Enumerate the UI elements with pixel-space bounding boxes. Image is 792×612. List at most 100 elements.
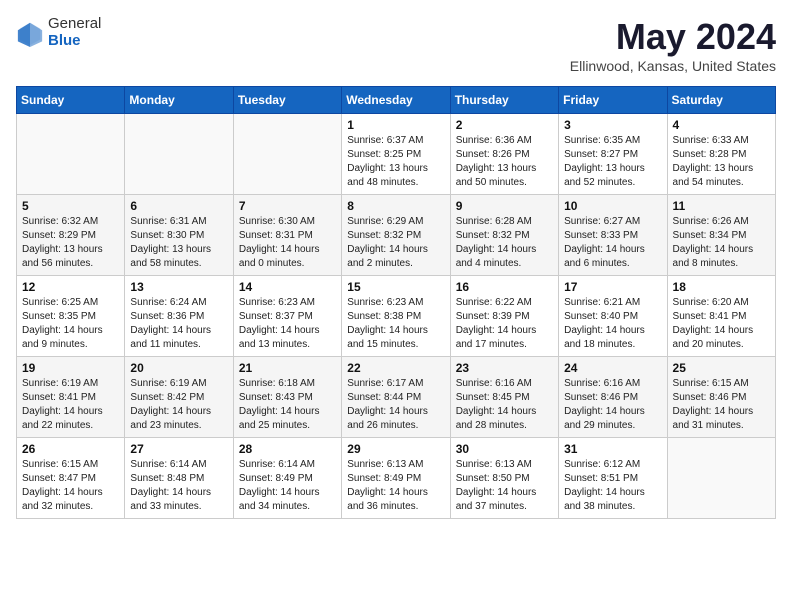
day-number: 4 xyxy=(673,118,770,132)
calendar-cell: 22 Sunrise: 6:17 AM Sunset: 8:44 PM Dayli… xyxy=(342,357,450,438)
day-info: Sunrise: 6:12 AM Sunset: 8:51 PM Dayligh… xyxy=(564,458,661,514)
day-info: Sunrise: 6:30 AM Sunset: 8:31 PM Dayligh… xyxy=(239,215,336,271)
calendar-cell: 14Sunrise: 6:23 AM Sunset: 8:37 PM Dayli… xyxy=(233,276,341,357)
col-header-thursday: Thursday xyxy=(450,87,558,114)
calendar-cell: 31 Sunrise: 6:12 AM Sunset: 8:51 PM Dayli… xyxy=(559,438,667,519)
day-number: 22 xyxy=(347,361,444,375)
day-info: Sunrise: 6:37 AM Sunset: 8:25 PM Dayligh… xyxy=(347,134,444,190)
day-number: 30 xyxy=(456,442,553,456)
col-header-wednesday: Wednesday xyxy=(342,87,450,114)
day-info: Sunrise: 6:35 AM Sunset: 8:27 PM Dayligh… xyxy=(564,134,661,190)
calendar-cell: 25 Sunrise: 6:15 AM Sunset: 8:46 PM Dayli… xyxy=(667,357,775,438)
day-info: Sunrise: 6:26 AM Sunset: 8:34 PM Dayligh… xyxy=(673,215,770,271)
day-info: Sunrise: 6:22 AM Sunset: 8:39 PM Dayligh… xyxy=(456,296,553,352)
calendar-cell xyxy=(667,438,775,519)
calendar-cell: 29Sunrise: 6:13 AM Sunset: 8:49 PM Dayli… xyxy=(342,438,450,519)
calendar-cell: 20 Sunrise: 6:19 AM Sunset: 8:42 PM Dayli… xyxy=(125,357,233,438)
calendar-cell: 28Sunrise: 6:14 AM Sunset: 8:49 PM Dayli… xyxy=(233,438,341,519)
day-info: Sunrise: 6:16 AM Sunset: 8:46 PM Dayligh… xyxy=(564,377,661,433)
week-row-3: 12 Sunrise: 6:25 AM Sunset: 8:35 PM Dayli… xyxy=(17,276,776,357)
calendar-cell: 30Sunrise: 6:13 AM Sunset: 8:50 PM Dayli… xyxy=(450,438,558,519)
day-info: Sunrise: 6:13 AM Sunset: 8:49 PM Dayligh… xyxy=(347,458,444,514)
col-header-monday: Monday xyxy=(125,87,233,114)
day-number: 15 xyxy=(347,280,444,294)
day-number: 5 xyxy=(22,199,119,213)
main-title: May 2024 xyxy=(570,16,776,58)
day-info: Sunrise: 6:23 AM Sunset: 8:37 PM Dayligh… xyxy=(239,296,336,352)
day-info: Sunrise: 6:16 AM Sunset: 8:45 PM Dayligh… xyxy=(456,377,553,433)
day-number: 10 xyxy=(564,199,661,213)
calendar-cell: 17 Sunrise: 6:21 AM Sunset: 8:40 PM Dayli… xyxy=(559,276,667,357)
day-number: 31 xyxy=(564,442,661,456)
day-info: Sunrise: 6:32 AM Sunset: 8:29 PM Dayligh… xyxy=(22,215,119,271)
week-row-5: 26Sunrise: 6:15 AM Sunset: 8:47 PM Dayli… xyxy=(17,438,776,519)
day-info: Sunrise: 6:24 AM Sunset: 8:36 PM Dayligh… xyxy=(130,296,227,352)
day-info: Sunrise: 6:25 AM Sunset: 8:35 PM Dayligh… xyxy=(22,296,119,352)
col-header-saturday: Saturday xyxy=(667,87,775,114)
week-row-4: 19 Sunrise: 6:19 AM Sunset: 8:41 PM Dayli… xyxy=(17,357,776,438)
subtitle: Ellinwood, Kansas, United States xyxy=(570,58,776,74)
day-info: Sunrise: 6:15 AM Sunset: 8:46 PM Dayligh… xyxy=(673,377,770,433)
day-number: 3 xyxy=(564,118,661,132)
day-number: 13 xyxy=(130,280,227,294)
day-info: Sunrise: 6:27 AM Sunset: 8:33 PM Dayligh… xyxy=(564,215,661,271)
logo: General Blue xyxy=(16,16,101,49)
day-number: 6 xyxy=(130,199,227,213)
calendar-cell: 18Sunrise: 6:20 AM Sunset: 8:41 PM Dayli… xyxy=(667,276,775,357)
calendar-cell: 2Sunrise: 6:36 AM Sunset: 8:26 PM Daylig… xyxy=(450,114,558,195)
calendar-table: SundayMondayTuesdayWednesdayThursdayFrid… xyxy=(16,86,776,519)
day-info: Sunrise: 6:31 AM Sunset: 8:30 PM Dayligh… xyxy=(130,215,227,271)
calendar-cell: 15 Sunrise: 6:23 AM Sunset: 8:38 PM Dayli… xyxy=(342,276,450,357)
day-info: Sunrise: 6:28 AM Sunset: 8:32 PM Dayligh… xyxy=(456,215,553,271)
week-row-2: 5 Sunrise: 6:32 AM Sunset: 8:29 PM Daylig… xyxy=(17,195,776,276)
day-number: 20 xyxy=(130,361,227,375)
calendar-cell: 11Sunrise: 6:26 AM Sunset: 8:34 PM Dayli… xyxy=(667,195,775,276)
calendar-cell xyxy=(233,114,341,195)
calendar-cell: 23 Sunrise: 6:16 AM Sunset: 8:45 PM Dayli… xyxy=(450,357,558,438)
day-number: 1 xyxy=(347,118,444,132)
calendar-cell: 8Sunrise: 6:29 AM Sunset: 8:32 PM Daylig… xyxy=(342,195,450,276)
col-header-friday: Friday xyxy=(559,87,667,114)
calendar-cell: 27Sunrise: 6:14 AM Sunset: 8:48 PM Dayli… xyxy=(125,438,233,519)
day-info: Sunrise: 6:17 AM Sunset: 8:44 PM Dayligh… xyxy=(347,377,444,433)
header-row: SundayMondayTuesdayWednesdayThursdayFrid… xyxy=(17,87,776,114)
logo-text: General Blue xyxy=(48,16,101,49)
day-info: Sunrise: 6:15 AM Sunset: 8:47 PM Dayligh… xyxy=(22,458,119,514)
day-info: Sunrise: 6:19 AM Sunset: 8:42 PM Dayligh… xyxy=(130,377,227,433)
day-info: Sunrise: 6:33 AM Sunset: 8:28 PM Dayligh… xyxy=(673,134,770,190)
day-number: 24 xyxy=(564,361,661,375)
calendar-cell: 3 Sunrise: 6:35 AM Sunset: 8:27 PM Daylig… xyxy=(559,114,667,195)
day-number: 23 xyxy=(456,361,553,375)
day-info: Sunrise: 6:14 AM Sunset: 8:48 PM Dayligh… xyxy=(130,458,227,514)
calendar-cell: 5 Sunrise: 6:32 AM Sunset: 8:29 PM Daylig… xyxy=(17,195,125,276)
col-header-tuesday: Tuesday xyxy=(233,87,341,114)
calendar-cell: 9Sunrise: 6:28 AM Sunset: 8:32 PM Daylig… xyxy=(450,195,558,276)
title-block: May 2024 Ellinwood, Kansas, United State… xyxy=(570,16,776,74)
day-info: Sunrise: 6:23 AM Sunset: 8:38 PM Dayligh… xyxy=(347,296,444,352)
calendar-cell: 13 Sunrise: 6:24 AM Sunset: 8:36 PM Dayli… xyxy=(125,276,233,357)
day-number: 12 xyxy=(22,280,119,294)
day-number: 28 xyxy=(239,442,336,456)
col-header-sunday: Sunday xyxy=(17,87,125,114)
calendar-cell: 24 Sunrise: 6:16 AM Sunset: 8:46 PM Dayli… xyxy=(559,357,667,438)
calendar-cell: 16Sunrise: 6:22 AM Sunset: 8:39 PM Dayli… xyxy=(450,276,558,357)
day-number: 19 xyxy=(22,361,119,375)
calendar-cell: 1 Sunrise: 6:37 AM Sunset: 8:25 PM Daylig… xyxy=(342,114,450,195)
calendar-cell: 4 Sunrise: 6:33 AM Sunset: 8:28 PM Daylig… xyxy=(667,114,775,195)
day-number: 17 xyxy=(564,280,661,294)
calendar-cell: 21Sunrise: 6:18 AM Sunset: 8:43 PM Dayli… xyxy=(233,357,341,438)
calendar-cell: 26Sunrise: 6:15 AM Sunset: 8:47 PM Dayli… xyxy=(17,438,125,519)
day-info: Sunrise: 6:21 AM Sunset: 8:40 PM Dayligh… xyxy=(564,296,661,352)
day-number: 25 xyxy=(673,361,770,375)
day-number: 7 xyxy=(239,199,336,213)
calendar-cell: 10 Sunrise: 6:27 AM Sunset: 8:33 PM Dayli… xyxy=(559,195,667,276)
day-info: Sunrise: 6:19 AM Sunset: 8:41 PM Dayligh… xyxy=(22,377,119,433)
page-header: General Blue May 2024 Ellinwood, Kansas,… xyxy=(16,16,776,74)
day-number: 21 xyxy=(239,361,336,375)
day-info: Sunrise: 6:20 AM Sunset: 8:41 PM Dayligh… xyxy=(673,296,770,352)
day-number: 8 xyxy=(347,199,444,213)
logo-icon xyxy=(16,19,44,47)
calendar-cell xyxy=(17,114,125,195)
calendar-cell: 19 Sunrise: 6:19 AM Sunset: 8:41 PM Dayli… xyxy=(17,357,125,438)
logo-blue: Blue xyxy=(48,33,101,50)
